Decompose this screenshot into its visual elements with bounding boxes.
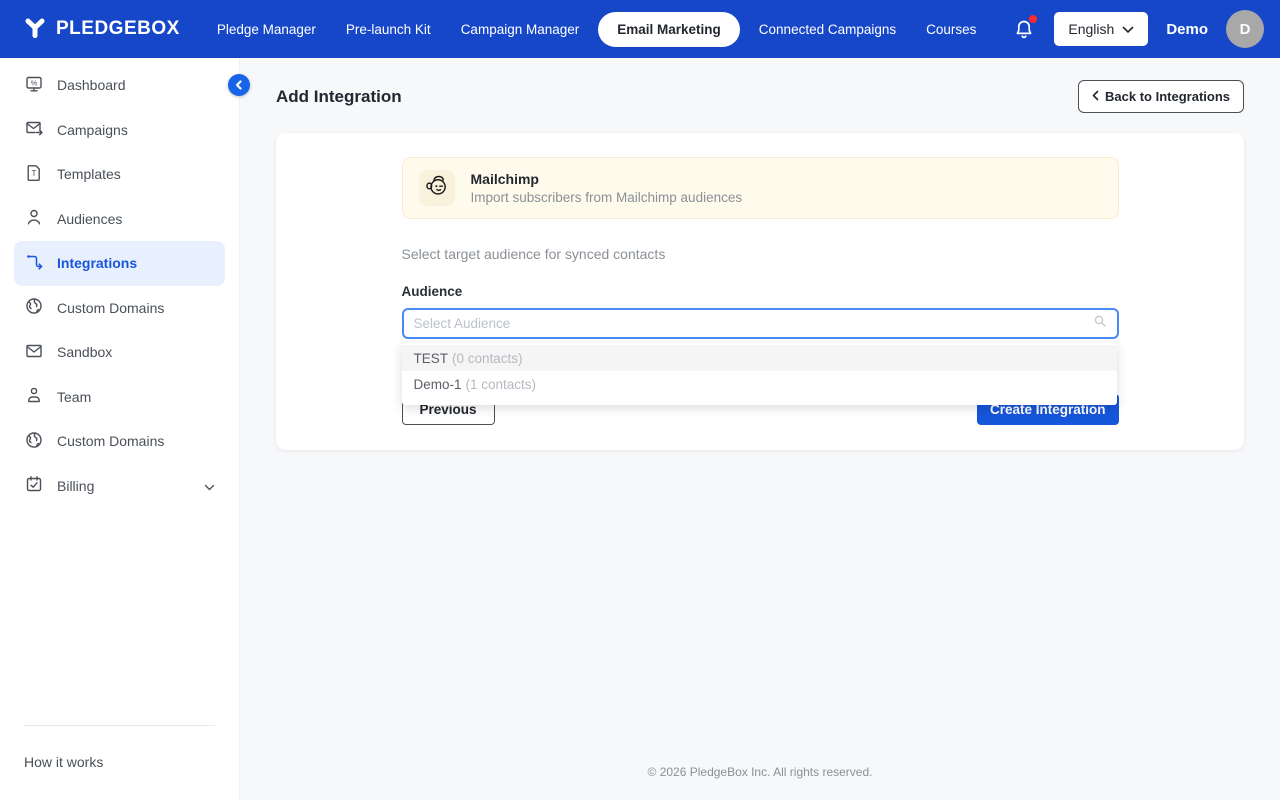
how-it-works-link[interactable]: How it works	[24, 754, 215, 770]
sidebar-item-sandbox[interactable]: Sandbox	[14, 330, 225, 375]
instruction-text: Select target audience for synced contac…	[402, 246, 1119, 262]
sidebar-collapse-button[interactable]	[228, 74, 250, 96]
option-count: (0 contacts)	[452, 351, 523, 366]
chevron-down-icon	[204, 478, 215, 494]
nav-email-marketing[interactable]: Email Marketing	[598, 12, 740, 47]
navbar-right: English Demo D	[1012, 10, 1264, 48]
campaigns-icon	[24, 118, 44, 141]
select-placeholder: Select Audience	[414, 316, 511, 331]
provider-info: Mailchimp Import subscribers from Mailch…	[471, 171, 743, 205]
sidebar-item-label: Campaigns	[57, 122, 128, 138]
person-icon	[24, 385, 44, 408]
globe-icon	[24, 296, 44, 319]
sidebar-item-label: Templates	[57, 166, 121, 182]
language-selector[interactable]: English	[1054, 12, 1148, 46]
integrations-icon	[24, 252, 44, 275]
billing-icon	[24, 474, 44, 497]
audience-select-input[interactable]: Select Audience	[402, 308, 1119, 339]
integration-card: Mailchimp Import subscribers from Mailch…	[276, 133, 1244, 450]
mailchimp-icon	[423, 172, 450, 204]
search-icon	[1093, 314, 1107, 333]
templates-icon: T	[24, 163, 44, 186]
globe-icon	[24, 430, 44, 453]
chevron-down-icon	[1122, 21, 1134, 37]
sidebar-item-custom-domains-2[interactable]: Custom Domains	[14, 419, 225, 464]
audiences-icon	[24, 207, 44, 230]
back-to-integrations-button[interactable]: Back to Integrations	[1078, 80, 1244, 113]
back-button-label: Back to Integrations	[1105, 89, 1230, 104]
dropdown-option-test[interactable]: TEST (0 contacts)	[402, 345, 1117, 371]
option-name: Demo-1	[414, 377, 462, 392]
sidebar-item-label: Sandbox	[57, 344, 112, 360]
sidebar-item-label: Billing	[57, 478, 94, 494]
sidebar-item-label: Team	[57, 389, 91, 405]
sidebar: % Dashboard Campaigns T	[0, 58, 240, 800]
svg-text:%: %	[31, 78, 38, 87]
sidebar-item-label: Custom Domains	[57, 433, 164, 449]
audience-dropdown: TEST (0 contacts) Demo-1 (1 contacts)	[402, 343, 1117, 405]
copyright-footer: © 2026 PledgeBox Inc. All rights reserve…	[240, 765, 1280, 800]
sidebar-item-label: Audiences	[57, 211, 122, 227]
nav-campaign-manager[interactable]: Campaign Manager	[450, 13, 591, 46]
sidebar-item-billing[interactable]: Billing	[14, 464, 225, 509]
top-navbar: PLEDGEBOX Pledge Manager Pre-launch Kit …	[0, 0, 1280, 58]
nav-pledge-manager[interactable]: Pledge Manager	[206, 13, 327, 46]
sidebar-item-campaigns[interactable]: Campaigns	[14, 108, 225, 153]
svg-text:T: T	[32, 169, 37, 178]
nav-pre-launch-kit[interactable]: Pre-launch Kit	[335, 13, 442, 46]
sidebar-divider	[24, 725, 215, 726]
nav-courses[interactable]: Courses	[915, 13, 987, 46]
primary-nav: Pledge Manager Pre-launch Kit Campaign M…	[206, 12, 988, 47]
bell-icon	[1012, 29, 1036, 46]
sidebar-item-audiences[interactable]: Audiences	[14, 197, 225, 242]
sidebar-nav: % Dashboard Campaigns T	[0, 58, 239, 508]
sidebar-item-dashboard[interactable]: % Dashboard	[14, 63, 225, 108]
audience-label: Audience	[402, 284, 1119, 299]
username-label: Demo	[1166, 21, 1208, 38]
provider-name: Mailchimp	[471, 171, 743, 187]
page-title: Add Integration	[276, 87, 402, 107]
option-count: (1 contacts)	[466, 377, 537, 392]
provider-description: Import subscribers from Mailchimp audien…	[471, 190, 743, 205]
provider-banner: Mailchimp Import subscribers from Mailch…	[402, 157, 1119, 219]
notifications-button[interactable]	[1012, 16, 1036, 42]
dashboard-icon: %	[24, 74, 44, 97]
main-content: Add Integration Back to Integrations	[240, 58, 1280, 800]
sidebar-item-team[interactable]: Team	[14, 375, 225, 420]
sidebar-footer: How it works	[24, 725, 215, 770]
nav-connected-campaigns[interactable]: Connected Campaigns	[748, 13, 907, 46]
avatar[interactable]: D	[1226, 10, 1264, 48]
sidebar-item-label: Custom Domains	[57, 300, 164, 316]
page-header: Add Integration Back to Integrations	[240, 58, 1280, 131]
language-label: English	[1068, 21, 1114, 37]
pledgebox-logo-icon	[22, 14, 48, 45]
sidebar-item-integrations[interactable]: Integrations	[14, 241, 225, 286]
chevron-left-icon	[1092, 89, 1099, 104]
option-name: TEST	[414, 351, 449, 366]
sidebar-item-label: Dashboard	[57, 77, 126, 93]
provider-icon-tile	[419, 170, 455, 206]
brand-name: PLEDGEBOX	[56, 18, 180, 40]
sidebar-item-templates[interactable]: T Templates	[14, 152, 225, 197]
sidebar-item-label: Integrations	[57, 255, 137, 271]
audience-select-wrap: Select Audience TEST (0 contacts) Demo-1…	[402, 308, 1119, 339]
sidebar-item-custom-domains[interactable]: Custom Domains	[14, 286, 225, 331]
brand-logo[interactable]: PLEDGEBOX	[22, 14, 180, 45]
dropdown-option-demo-1[interactable]: Demo-1 (1 contacts)	[402, 371, 1117, 397]
envelope-icon	[24, 341, 44, 364]
